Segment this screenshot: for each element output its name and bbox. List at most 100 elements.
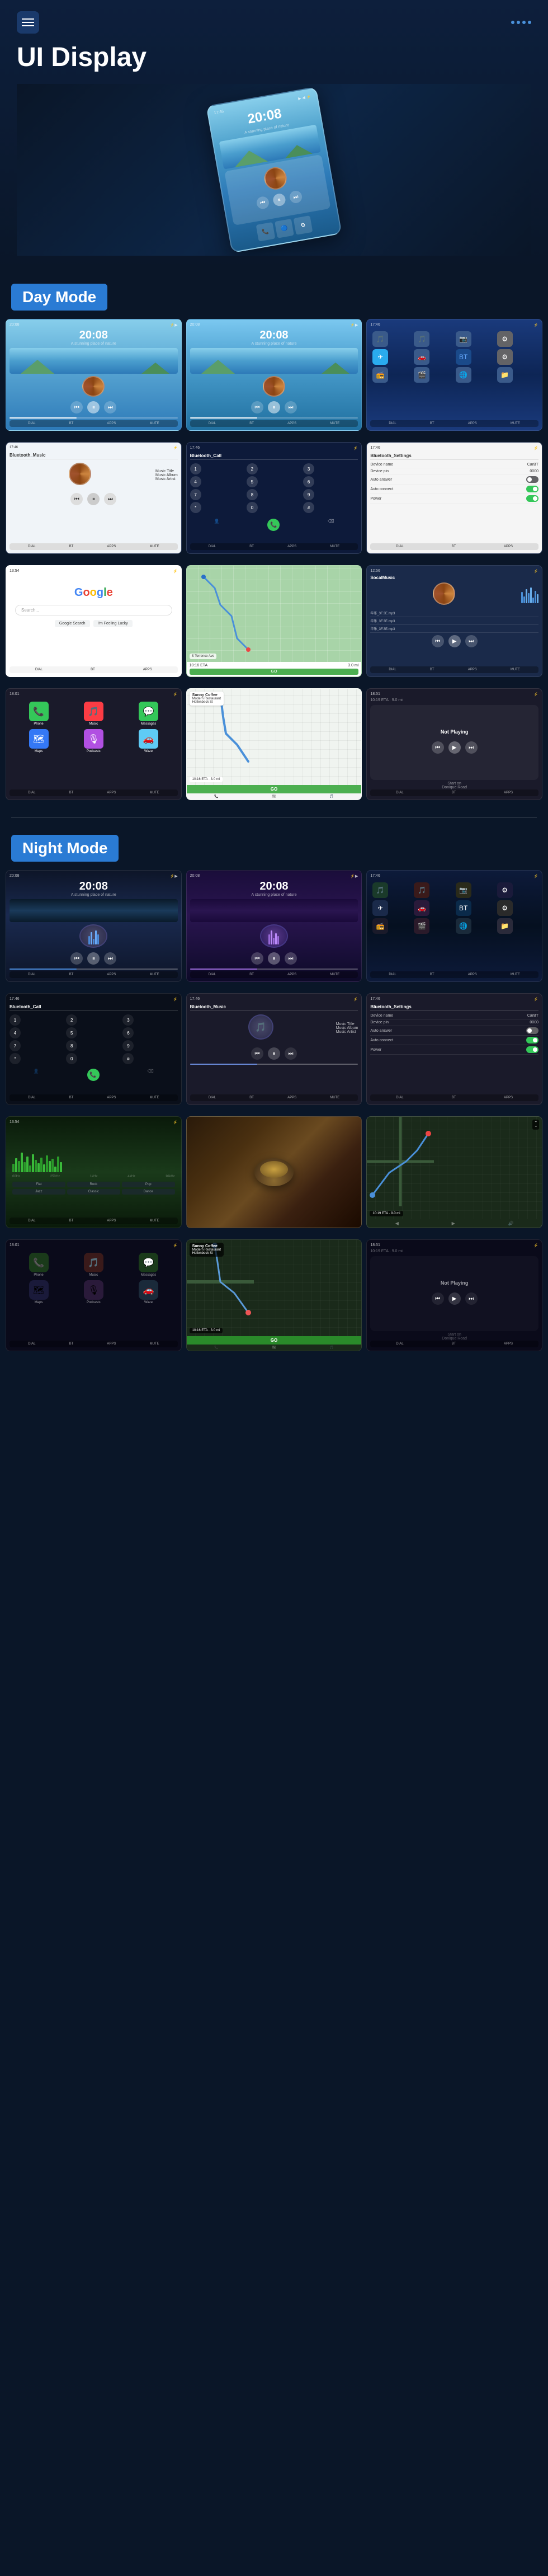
night-app-2[interactable]: 🎵 xyxy=(414,882,429,898)
auto-connect-toggle[interactable] xyxy=(526,486,538,492)
app-icon-10[interactable]: 🎬 xyxy=(414,367,429,383)
night-bt-play[interactable]: ⏸ xyxy=(268,1047,280,1060)
cp-maps[interactable]: 🗺 Maps xyxy=(13,729,64,753)
num-star[interactable]: * xyxy=(190,502,201,513)
preset-btn-2[interactable]: Rock xyxy=(67,1182,120,1187)
night-num-6[interactable]: 6 xyxy=(122,1027,134,1038)
local-music-play[interactable]: ▶ xyxy=(448,635,461,647)
night-cp-messages[interactable]: 💬 Messages xyxy=(122,1253,174,1277)
night-cp-waze[interactable]: 🚗 Waze xyxy=(122,1280,174,1304)
hero-app-bt[interactable]: 🔵 xyxy=(275,219,294,238)
night-cp-phone[interactable]: 📞 Phone xyxy=(13,1253,64,1277)
zoom-out-btn[interactable]: − xyxy=(535,1125,537,1129)
night-app-4[interactable]: ⚙ xyxy=(497,882,513,898)
night-num-9[interactable]: 9 xyxy=(122,1040,134,1051)
night-num-2[interactable]: 2 xyxy=(66,1014,77,1026)
google-lucky-btn[interactable]: I'm Feeling Lucky xyxy=(93,620,133,627)
night-music2-next[interactable]: ⏭ xyxy=(285,952,297,965)
night-call-btn[interactable]: 📞 xyxy=(87,1069,100,1081)
night-app-7[interactable]: BT xyxy=(456,900,471,916)
music-item-1[interactable]: 华乐_3F.3E.mp3 xyxy=(370,609,538,617)
prev-btn[interactable]: ⏮ xyxy=(256,196,270,210)
app-icon-11[interactable]: 🌐 xyxy=(456,367,471,383)
night-app-1[interactable]: 🎵 xyxy=(372,882,388,898)
app-icon-2[interactable]: 🎵 xyxy=(414,331,429,347)
auto-answer-toggle[interactable] xyxy=(526,476,538,483)
night-nav-btn-3[interactable]: 🔊 xyxy=(508,1221,514,1226)
night-app-5[interactable]: ✈ xyxy=(372,900,388,916)
night-app-11[interactable]: 🌐 xyxy=(456,918,471,934)
night-music2-prev[interactable]: ⏮ xyxy=(251,952,263,965)
night-auto-connect-toggle[interactable] xyxy=(526,1037,538,1043)
carplay-prev[interactable]: ⏮ xyxy=(432,741,444,754)
hero-app-dial[interactable]: 📞 xyxy=(256,222,276,242)
local-music-next[interactable]: ⏭ xyxy=(465,635,478,647)
night-bt-prev[interactable]: ⏮ xyxy=(251,1047,263,1060)
preset-btn-5[interactable]: Classic xyxy=(67,1189,120,1195)
call-delete[interactable]: ⌫ xyxy=(328,519,334,531)
cp-waze[interactable]: 🚗 Waze xyxy=(122,729,174,753)
day-music1-play[interactable]: ⏸ xyxy=(87,401,100,413)
bt-music-next[interactable]: ⏭ xyxy=(104,493,116,505)
bt-music-prev[interactable]: ⏮ xyxy=(70,493,83,505)
go-btn[interactable]: GO xyxy=(190,669,359,675)
night-app-12[interactable]: 📁 xyxy=(497,918,513,934)
num-7[interactable]: 7 xyxy=(190,489,201,500)
app-icon-3[interactable]: 📷 xyxy=(456,331,471,347)
call-btn[interactable]: 📞 xyxy=(267,519,280,531)
num-9[interactable]: 9 xyxy=(303,489,314,500)
night-music1-prev[interactable]: ⏮ xyxy=(70,952,83,965)
carplay-play[interactable]: ▶ xyxy=(448,741,461,754)
day-music1-prev[interactable]: ⏮ xyxy=(70,401,83,413)
preset-btn-1[interactable]: Flat xyxy=(12,1182,65,1187)
cp-messages[interactable]: 💬 Messages xyxy=(122,702,174,726)
night-cp-podcasts[interactable]: 🎙 Podcasts xyxy=(68,1280,119,1304)
night-num-0[interactable]: 0 xyxy=(66,1053,77,1064)
night-music2-play[interactable]: ⏸ xyxy=(268,952,280,965)
night-app-8[interactable]: ⚙ xyxy=(497,900,513,916)
night-carplay-play[interactable]: ▶ xyxy=(448,1292,461,1305)
night-call-delete[interactable]: ⌫ xyxy=(147,1069,153,1081)
power-toggle[interactable] xyxy=(526,495,538,502)
night-app-10[interactable]: 🎬 xyxy=(414,918,429,934)
num-4[interactable]: 4 xyxy=(190,476,201,487)
day-music2-prev[interactable]: ⏮ xyxy=(251,401,263,413)
night-num-8[interactable]: 8 xyxy=(66,1040,77,1051)
night-app-9[interactable]: 📻 xyxy=(372,918,388,934)
app-icon-4[interactable]: ⚙ xyxy=(497,331,513,347)
bt-music-play[interactable]: ⏸ xyxy=(87,493,100,505)
app-icon-1[interactable]: 🎵 xyxy=(372,331,388,347)
night-num-4[interactable]: 4 xyxy=(10,1027,21,1038)
night-nav-btn-1[interactable]: ◀ xyxy=(395,1221,399,1226)
carplay-next[interactable]: ⏭ xyxy=(465,741,478,754)
app-icon-6[interactable]: 🚗 xyxy=(414,349,429,365)
day-music2-play[interactable]: ⏸ xyxy=(268,401,280,413)
night-num-hash[interactable]: # xyxy=(122,1053,134,1064)
num-2[interactable]: 2 xyxy=(247,463,258,474)
preset-btn-4[interactable]: Jazz xyxy=(12,1189,65,1195)
night-nav-btn-2[interactable]: ▶ xyxy=(452,1221,455,1226)
next-btn[interactable]: ⏭ xyxy=(289,190,303,204)
night-app-3[interactable]: 📷 xyxy=(456,882,471,898)
play-pause-btn[interactable]: ⏸ xyxy=(272,192,286,206)
app-icon-12[interactable]: 📁 xyxy=(497,367,513,383)
night-bt-next[interactable]: ⏭ xyxy=(285,1047,297,1060)
cp-music[interactable]: 🎵 Music xyxy=(68,702,119,726)
night-carplay-prev[interactable]: ⏮ xyxy=(432,1292,444,1305)
night-num-7[interactable]: 7 xyxy=(10,1040,21,1051)
hero-app-apps[interactable]: ⚙ xyxy=(294,215,313,235)
google-search-btn[interactable]: Google Search xyxy=(55,620,90,627)
app-icon-8[interactable]: ⚙ xyxy=(497,349,513,365)
preset-btn-6[interactable]: Dance xyxy=(122,1189,175,1195)
night-num-3[interactable]: 3 xyxy=(122,1014,134,1026)
num-1[interactable]: 1 xyxy=(190,463,201,474)
night-music1-next[interactable]: ⏭ xyxy=(104,952,116,965)
night-cp-maps[interactable]: 🗺 Maps xyxy=(13,1280,64,1304)
night-music1-play[interactable]: ⏸ xyxy=(87,952,100,965)
app-icon-5[interactable]: ✈ xyxy=(372,349,388,365)
night-power-toggle[interactable] xyxy=(526,1046,538,1053)
zoom-in-btn[interactable]: + xyxy=(535,1121,537,1124)
night-cp-music[interactable]: 🎵 Music xyxy=(68,1253,119,1277)
night-carplay-next[interactable]: ⏭ xyxy=(465,1292,478,1305)
night-num-1[interactable]: 1 xyxy=(10,1014,21,1026)
